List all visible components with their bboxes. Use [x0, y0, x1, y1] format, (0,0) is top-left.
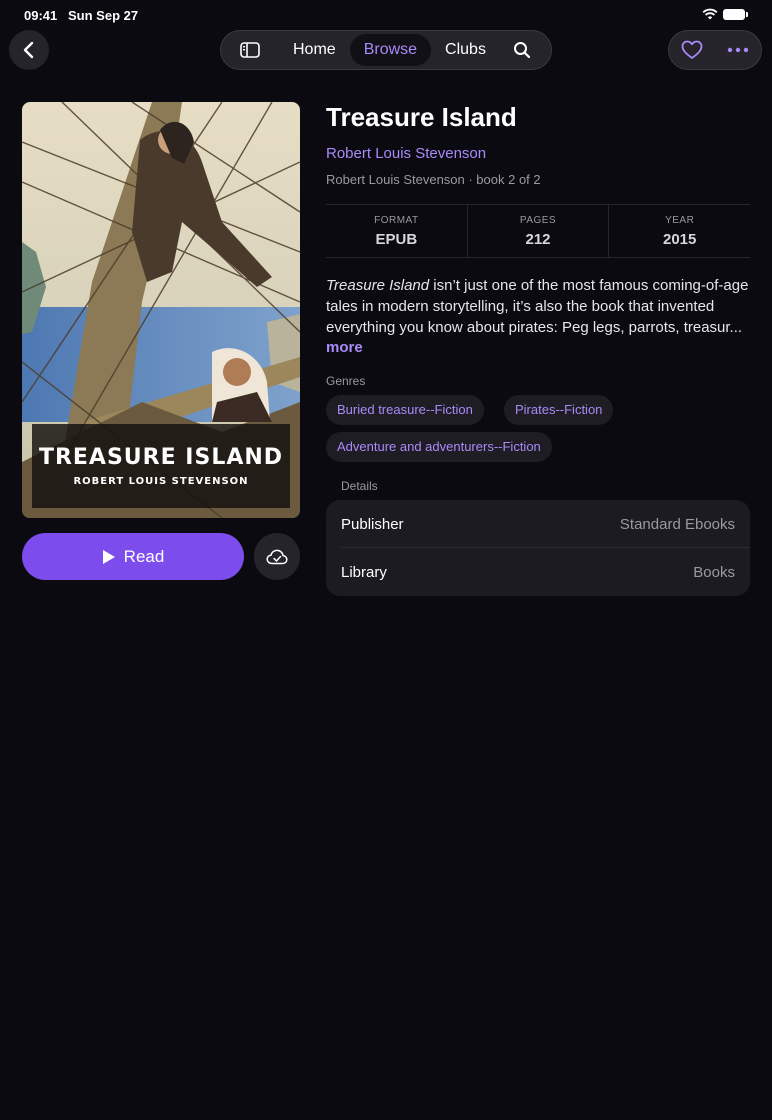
search-icon [513, 42, 531, 59]
genre-chip[interactable]: Buried treasure--Fiction [326, 395, 484, 425]
favorite-button[interactable] [681, 40, 703, 60]
top-navigation: Home Browse Clubs [220, 30, 552, 70]
detail-key: Publisher [341, 515, 404, 533]
back-chevron-icon [23, 41, 34, 59]
top-right-actions [668, 30, 762, 70]
description-title: Treasure Island [326, 277, 430, 294]
more-link[interactable]: more [326, 339, 363, 356]
book-title: Treasure Island [326, 102, 517, 132]
details-card: Publisher Standard Ebooks Library Books [326, 500, 750, 596]
search-button[interactable] [500, 41, 544, 59]
stat-value: 212 [525, 231, 551, 248]
book-stats: FORMAT EPUB PAGES 212 YEAR 2015 [326, 204, 750, 258]
detail-row-library: Library Books [326, 548, 750, 596]
details-label: Details [341, 479, 378, 493]
genres-label: Genres [326, 374, 366, 388]
status-bar: 09:41 Sun Sep 27 [0, 0, 772, 30]
stat-label: FORMAT [374, 215, 419, 226]
back-button[interactable] [9, 30, 49, 70]
stat-label: PAGES [519, 215, 557, 226]
status-time: 09:41 [24, 8, 58, 23]
read-button-label: Read [123, 546, 165, 566]
stat-value: 2015 [662, 231, 697, 248]
genre-chip[interactable]: Adventure and adventurers--Fiction [326, 432, 552, 462]
read-button[interactable]: Read [22, 533, 244, 580]
cloud-download-icon [266, 549, 288, 564]
book-description: Treasure Island isn’t just one of the mo… [326, 275, 754, 338]
book-series: Robert Louis Stevenson · book 2 of 2 [326, 172, 541, 187]
book-author-link[interactable]: Robert Louis Stevenson [326, 145, 486, 162]
heart-icon [681, 40, 703, 59]
sidebar-icon [240, 42, 260, 58]
stat-year: YEAR 2015 [609, 205, 750, 257]
play-icon [102, 549, 115, 564]
sidebar-toggle-button[interactable] [221, 42, 279, 58]
detail-value: Standard Ebooks [619, 515, 735, 533]
detail-key: Library [341, 563, 387, 581]
stat-label: YEAR [665, 215, 695, 226]
tab-clubs[interactable]: Clubs [431, 34, 500, 66]
stat-pages: PAGES 212 [468, 205, 610, 257]
detail-row-publisher: Publisher Standard Ebooks [326, 500, 750, 548]
more-dots-icon [727, 47, 749, 53]
cover-author: ROBERT LOUIS STEVENSON [73, 476, 249, 487]
wifi-icon [702, 8, 718, 20]
stat-format: FORMAT EPUB [326, 205, 468, 257]
detail-value: Books [693, 563, 735, 581]
tab-browse[interactable]: Browse [349, 34, 432, 66]
battery-icon [723, 9, 748, 20]
stat-value: EPUB [375, 231, 418, 248]
genre-chip[interactable]: Pirates--Fiction [504, 395, 614, 425]
cover-title: TREASURE ISLAND [38, 445, 284, 470]
cover-label: TREASURE ISLAND ROBERT LOUIS STEVENSON [32, 424, 290, 508]
status-date: Sun Sep 27 [68, 8, 139, 23]
tab-home[interactable]: Home [279, 34, 350, 66]
more-options-button[interactable] [727, 47, 749, 53]
download-button[interactable] [254, 533, 300, 580]
book-cover: TREASURE ISLAND ROBERT LOUIS STEVENSON [22, 102, 300, 518]
